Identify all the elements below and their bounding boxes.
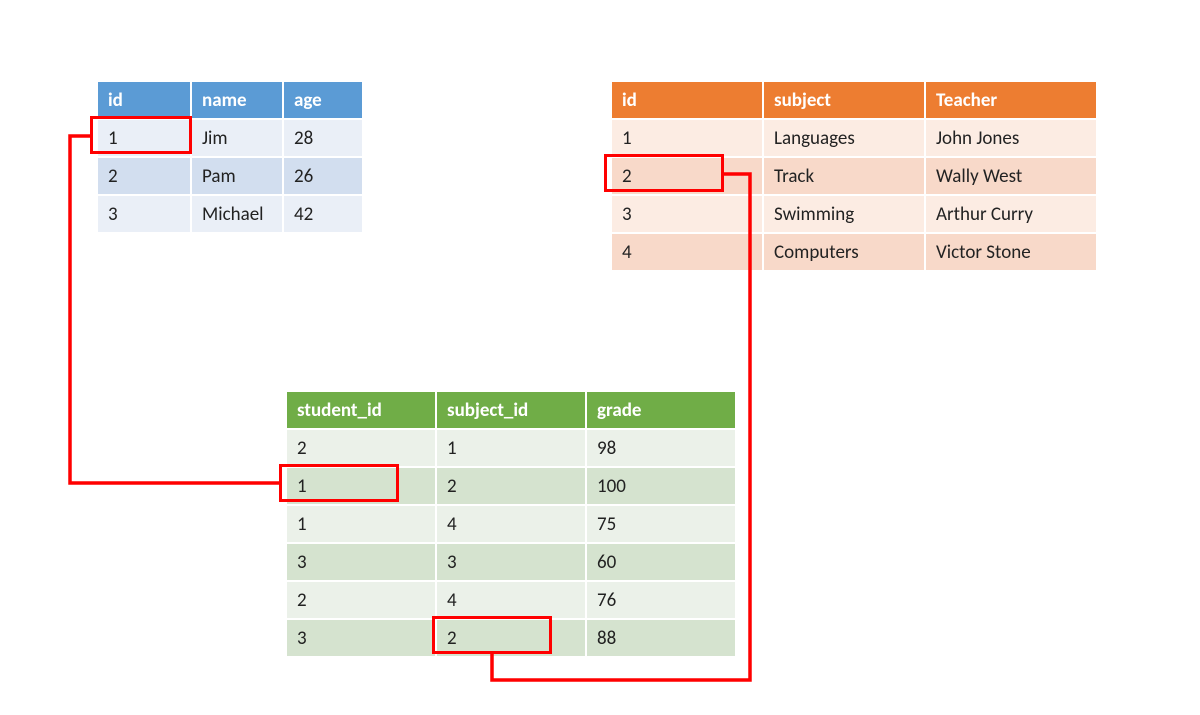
cell: 75	[587, 506, 735, 542]
cell: Arthur Curry	[926, 196, 1096, 232]
cell: 26	[284, 158, 362, 194]
col-teacher: Teacher	[926, 82, 1096, 118]
table-row: 3 3 60	[287, 544, 735, 580]
table-row: 2 Pam 26	[98, 158, 362, 194]
cell: Computers	[764, 234, 924, 270]
table-row: 3 Michael 42	[98, 196, 362, 232]
cell: Victor Stone	[926, 234, 1096, 270]
cell: 88	[587, 620, 735, 656]
table-row: 1 Jim 28	[98, 120, 362, 156]
cell: 1	[287, 506, 435, 542]
col-id: id	[98, 82, 190, 118]
col-age: age	[284, 82, 362, 118]
cell: 3	[612, 196, 762, 232]
cell: 1	[612, 120, 762, 156]
cell: 1	[437, 430, 585, 466]
cell: 3	[98, 196, 190, 232]
table-header-row: id name age	[98, 82, 362, 118]
students-table: id name age 1 Jim 28 2 Pam 26 3 Michael …	[96, 80, 364, 234]
cell: 4	[612, 234, 762, 270]
cell: 4	[437, 582, 585, 618]
cell: 3	[437, 544, 585, 580]
cell: Jim	[192, 120, 282, 156]
cell: John Jones	[926, 120, 1096, 156]
cell: 2	[437, 620, 585, 656]
cell: Swimming	[764, 196, 924, 232]
col-name: name	[192, 82, 282, 118]
cell: 2	[612, 158, 762, 194]
cell: 3	[287, 544, 435, 580]
cell: 2	[287, 582, 435, 618]
table-row: 2 4 76	[287, 582, 735, 618]
cell: 42	[284, 196, 362, 232]
table-row: 3 2 88	[287, 620, 735, 656]
cell: Michael	[192, 196, 282, 232]
cell: 2	[437, 468, 585, 504]
grades-table: student_id subject_id grade 2 1 98 1 2 1…	[285, 390, 737, 658]
table-row: 2 1 98	[287, 430, 735, 466]
col-subject: subject	[764, 82, 924, 118]
cell: 2	[287, 430, 435, 466]
table-row: 3 Swimming Arthur Curry	[612, 196, 1096, 232]
cell: 98	[587, 430, 735, 466]
col-grade: grade	[587, 392, 735, 428]
table-header-row: student_id subject_id grade	[287, 392, 735, 428]
table-header-row: id subject Teacher	[612, 82, 1096, 118]
cell: Track	[764, 158, 924, 194]
subjects-table: id subject Teacher 1 Languages John Jone…	[610, 80, 1098, 272]
table-row: 2 Track Wally West	[612, 158, 1096, 194]
cell: 4	[437, 506, 585, 542]
table-row: 1 Languages John Jones	[612, 120, 1096, 156]
table-row: 4 Computers Victor Stone	[612, 234, 1096, 270]
cell: Pam	[192, 158, 282, 194]
cell: 60	[587, 544, 735, 580]
table-row: 1 4 75	[287, 506, 735, 542]
cell: 2	[98, 158, 190, 194]
cell: 100	[587, 468, 735, 504]
cell: 28	[284, 120, 362, 156]
cell: 1	[98, 120, 190, 156]
col-subject-id: subject_id	[437, 392, 585, 428]
col-id: id	[612, 82, 762, 118]
cell: Wally West	[926, 158, 1096, 194]
diagram-canvas: { "students_table": { "headers": ["id", …	[0, 0, 1200, 715]
cell: 3	[287, 620, 435, 656]
col-student-id: student_id	[287, 392, 435, 428]
cell: 76	[587, 582, 735, 618]
cell: 1	[287, 468, 435, 504]
table-row: 1 2 100	[287, 468, 735, 504]
cell: Languages	[764, 120, 924, 156]
